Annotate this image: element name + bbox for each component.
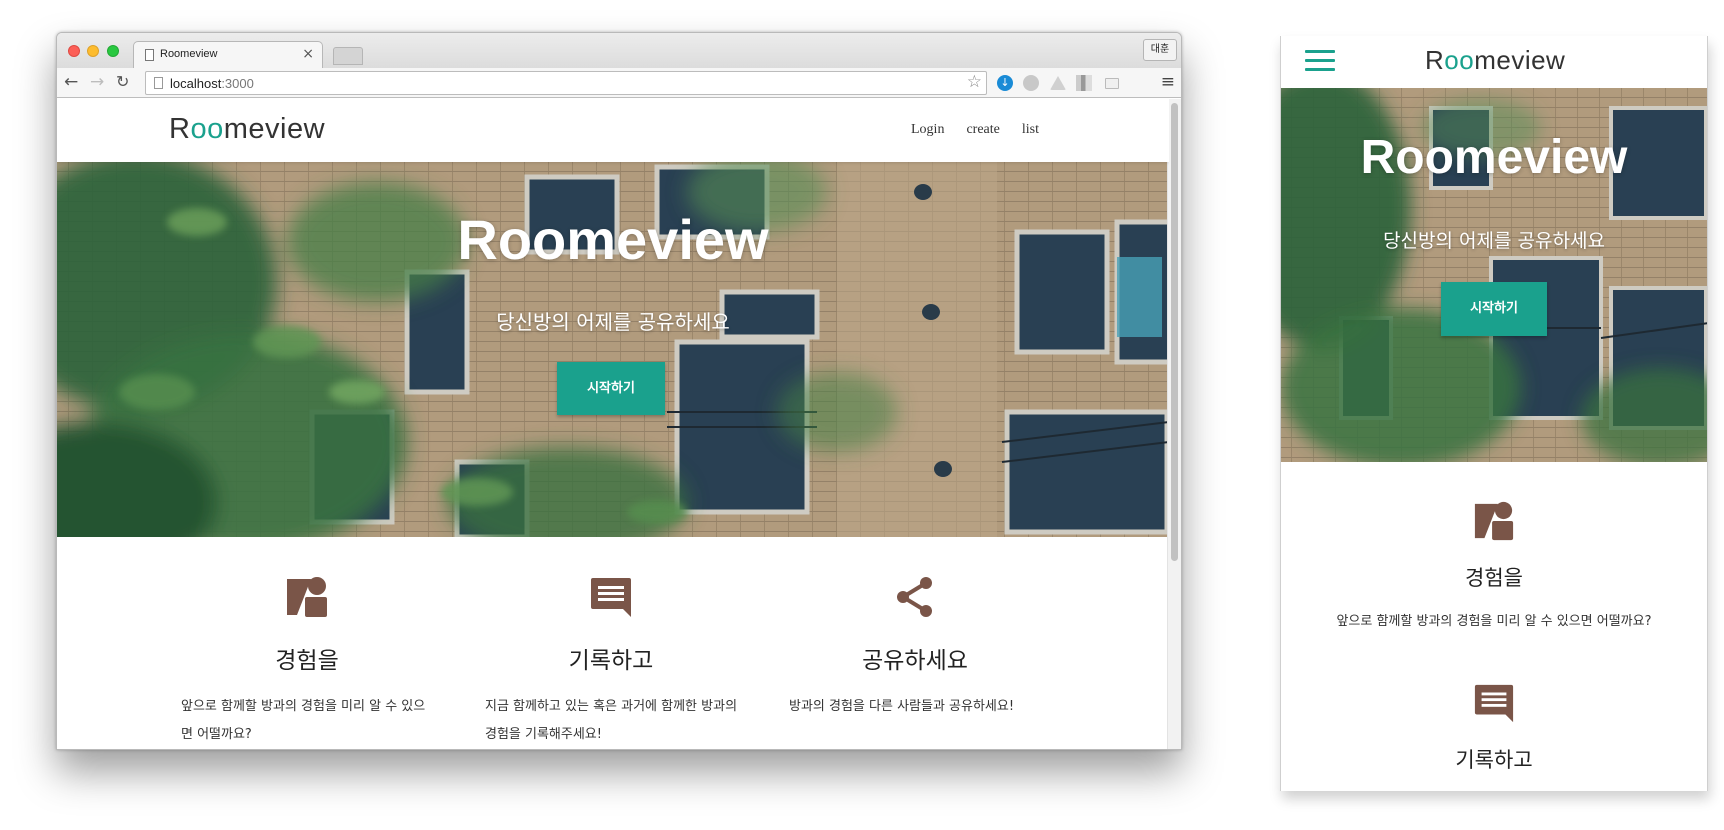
logo-r: R [169,113,191,145]
feature-description: 방과의 경험을 다른 사람들과 공유하세요! [789,699,1015,714]
address-bar[interactable]: localhost:3000 ☆ [145,71,987,95]
close-window-button[interactable] [68,45,80,57]
main-nav: Login create list [911,122,1039,138]
browser-tab[interactable]: Roomeview × [133,41,323,68]
nav-login-link[interactable]: Login [911,122,944,138]
mobile-start-button[interactable]: 시작하기 [1441,282,1547,336]
comment-icon [1474,684,1514,723]
mobile-feature-record: 기록하고 [1281,682,1707,774]
mobile-preview: Roomeview Roomeview 당신방의 어제를 공유하세요 시작하기 … [1280,36,1708,791]
cast-extension-icon[interactable] [1105,78,1119,89]
mobile-feature-title: 기록하고 [1455,748,1533,772]
feature-title: 공유하세요 [862,648,968,674]
hero-banner: Roomeview 당신방의 어제를 공유하세요 시작하기 [57,162,1169,537]
drive-extension-icon[interactable] [1050,76,1066,90]
extension-circle-icon[interactable] [1023,75,1039,91]
url-port: :3000 [221,76,254,91]
mobile-header: Roomeview [1281,36,1707,88]
download-extension-icon[interactable]: ↓ [997,75,1013,91]
browser-window: Roomeview × 대훈 ← → ↻ localhost:3000 ☆ ↓ … [56,32,1182,750]
feature-description: 지금 함께하고 있는 혹은 과거에 함께한 방과의 경험을 기록해주세요! [485,699,738,742]
address-url: localhost:3000 [170,76,254,91]
logo-rest: meview [1474,45,1566,75]
feature-title: 경험을 [275,648,339,674]
browser-menu-icon[interactable]: ≡ [1161,74,1175,91]
mobile-hero-title: Roomeview [1360,131,1628,184]
zoom-window-button[interactable] [107,45,119,57]
page-icon [154,77,163,89]
logo-oo: oo [1444,45,1475,75]
experience-shapes-icon [1474,501,1514,541]
feature-description: 앞으로 함께할 방과의 경험을 미리 알 수 있으면 어떨까요? [181,699,426,742]
mobile-site-logo[interactable]: Roomeview [1425,45,1565,76]
profile-button[interactable]: 대훈 [1143,39,1177,61]
page-viewport: Roomeview Login create list Roomeview 당신… [57,99,1169,749]
mobile-feature-experience: 경험을 앞으로 함께할 방과의 경험을 미리 알 수 있으면 어떨까요? [1281,500,1707,629]
comment-icon [591,578,631,617]
logo-rest: meview [223,113,326,145]
forward-arrow-icon[interactable]: → [90,72,104,92]
mobile-feature-title: 경험을 [1465,566,1523,590]
browser-toolbar: ← → ↻ localhost:3000 ☆ ↓ ≡ [57,68,1181,98]
mobile-feature-description: 앞으로 함께할 방과의 경험을 미리 알 수 있으면 어떨까요? [1336,614,1652,629]
reload-icon[interactable]: ↻ [116,72,129,92]
vertical-scrollbar[interactable] [1167,99,1181,749]
features-section: 경험을 앞으로 함께할 방과의 경험을 미리 알 수 있으면 어떨까요? 기록하… [57,537,1169,749]
bookmark-star-icon[interactable]: ☆ [967,72,982,92]
feature-title: 기록하고 [568,648,654,674]
feature-record: 기록하고 지금 함께하고 있는 혹은 과거에 함께한 방과의 경험을 기록해주세… [481,537,741,749]
nav-list-link[interactable]: list [1022,122,1039,138]
share-icon [897,577,932,617]
logo-r: R [1425,45,1445,75]
scrollbar-thumb[interactable] [1171,103,1178,561]
mobile-hero-banner: Roomeview 당신방의 어제를 공유하세요 시작하기 [1281,88,1707,462]
logo-oo: oo [190,113,224,145]
hero-title: Roomeview [457,208,769,271]
url-host: localhost [170,76,222,91]
hero-subtitle: 당신방의 어제를 공유하세요 [496,310,730,334]
extension-bars-icon[interactable] [1076,75,1092,91]
tab-close-icon[interactable]: × [302,46,314,62]
site-logo[interactable]: Roomeview [169,113,325,146]
start-button[interactable]: 시작하기 [557,362,665,415]
browser-titlebar: Roomeview × 대훈 [57,33,1181,68]
back-arrow-icon[interactable]: ← [64,72,78,92]
minimize-window-button[interactable] [87,45,99,57]
hamburger-menu-icon[interactable] [1305,50,1335,72]
nav-create-link[interactable]: create [966,122,999,138]
page-document-icon [145,49,154,61]
experience-shapes-icon [287,577,327,617]
feature-experience: 경험을 앞으로 함께할 방과의 경험을 미리 알 수 있으면 어떨까요? [177,537,437,749]
site-header: Roomeview Login create list [57,99,1169,162]
mobile-hero-subtitle: 당신방의 어제를 공유하세요 [1383,230,1605,252]
new-tab-button[interactable] [333,47,363,65]
tab-title: Roomeview [160,48,218,60]
feature-share: 공유하세요 방과의 경험을 다른 사람들과 공유하세요! [785,537,1045,721]
